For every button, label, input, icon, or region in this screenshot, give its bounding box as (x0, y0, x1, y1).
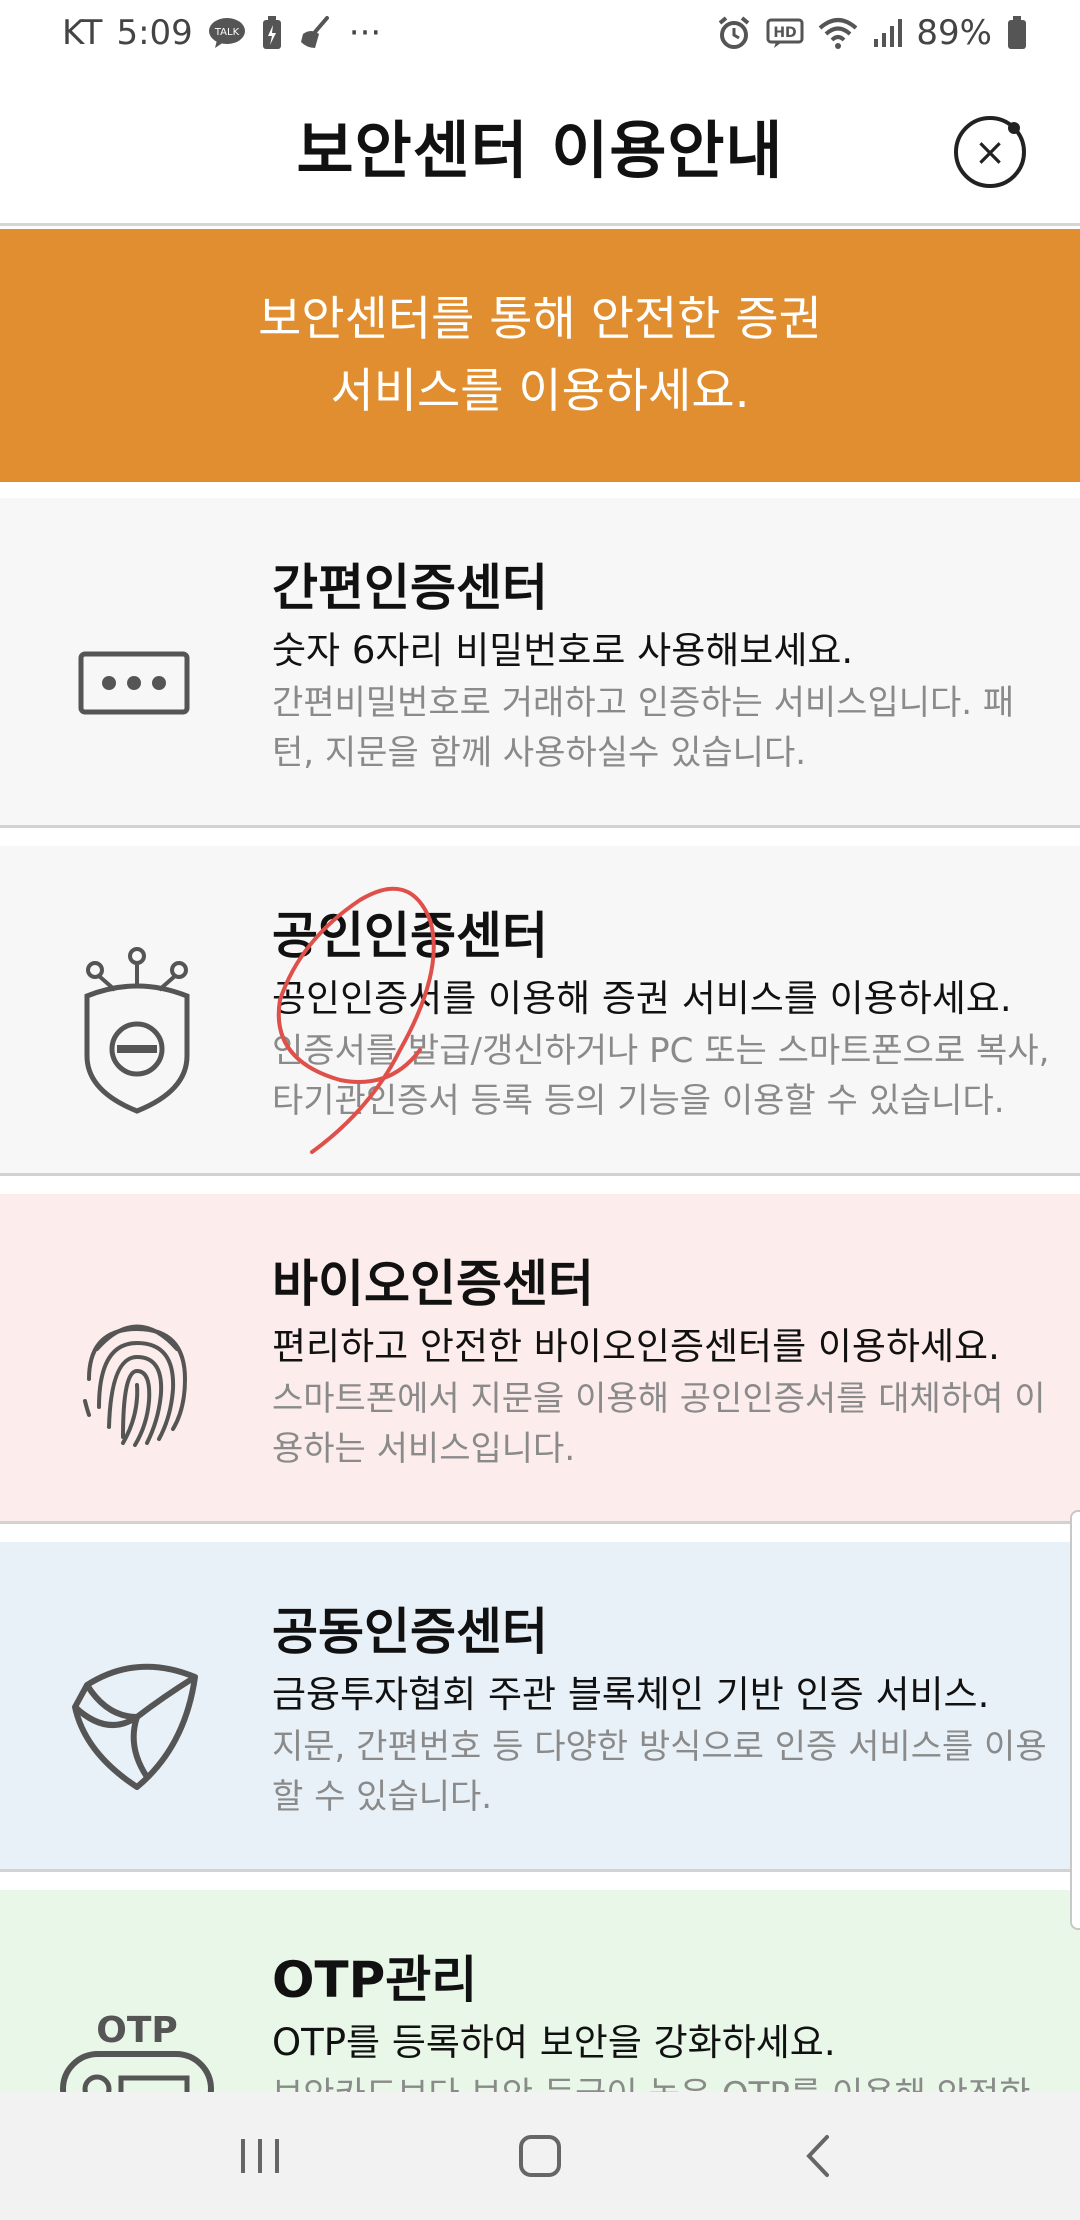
home-button[interactable] (480, 2106, 600, 2206)
back-icon (806, 2135, 829, 2177)
recent-apps-button[interactable] (200, 2106, 320, 2206)
battery-percent: 89% (916, 13, 992, 53)
battery-saver-icon (261, 15, 283, 51)
password-dots-icon (52, 598, 222, 768)
card-description: 지문, 간편번호 등 다양한 방식으로 인증 서비스를 이용할 수 있습니다. (272, 1727, 1047, 1817)
close-button[interactable]: × (954, 116, 1026, 188)
card-bio-auth-center[interactable]: 바이오인증센터 편리하고 안전한 바이오인증센터를 이용하세요. 스마트폰에서 … (0, 1194, 1080, 1524)
card-title: OTP관리 (272, 1951, 478, 2009)
talk-icon: TALK (207, 16, 247, 50)
card-description: 스마트폰에서 지문을 이용해 공인인증서를 대체하여 이용하는 서비스입니다. (272, 1379, 1046, 1469)
alarm-icon (716, 15, 752, 51)
cleaner-icon (297, 16, 335, 50)
back-button[interactable] (760, 2106, 880, 2206)
card-joint-auth-center[interactable]: 공동인증센터 금융투자협회 주관 블록체인 기반 인증 서비스. 지문, 간편번… (0, 1542, 1080, 1872)
card-simple-auth-center[interactable]: 간편인증센터 숫자 6자리 비밀번호로 사용해보세요. 간편비밀번호로 거래하고… (0, 498, 1080, 828)
card-subtitle: 편리하고 안전한 바이오인증센터를 이용하세요. (272, 1325, 1000, 1368)
card-title: 바이오인증센터 (272, 1255, 594, 1313)
status-left: KT 5:09 TALK ··· (62, 13, 381, 53)
card-description: 간편비밀번호로 거래하고 인증하는 서비스입니다. 패턴, 지문을 함께 사용하… (272, 683, 1015, 773)
banner-line-1: 보안센터를 통해 안전한 증권 (258, 291, 822, 347)
card-description: 인증서를 발급/갱신하거나 PC 또는 스마트폰으로 복사, 타기관인증서 등록… (272, 1031, 1050, 1121)
card-subtitle: 공인인증서를 이용해 증권 서비스를 이용하세요. (272, 977, 1012, 1020)
card-public-cert-center[interactable]: 공인인증센터 공인인증서를 이용해 증권 서비스를 이용하세요. 인증서를 발급… (0, 846, 1080, 1176)
scrollbar-thumb[interactable] (1070, 1510, 1080, 1930)
talk-icon-label: TALK (214, 27, 240, 38)
carrier-label: KT (62, 13, 103, 53)
home-icon (519, 2135, 561, 2177)
status-right: HD 89% (716, 13, 1028, 53)
card-subtitle: 금융투자협회 주관 블록체인 기반 인증 서비스. (272, 1673, 990, 1716)
status-bar: KT 5:09 TALK ··· HD 89% (0, 0, 1080, 66)
shield-swirl-icon (52, 1642, 222, 1812)
battery-icon (1006, 15, 1028, 51)
hd-icon: HD (766, 17, 804, 49)
banner-line-2: 서비스를 이용하세요. (330, 363, 750, 419)
hd-icon-label: HD (774, 25, 797, 41)
card-title: 공인인증센터 (272, 907, 548, 965)
card-title: 공동인증센터 (272, 1603, 548, 1661)
wifi-icon (818, 16, 858, 50)
header: 보안센터 이용안내 × (0, 66, 1080, 226)
screen: KT 5:09 TALK ··· HD 89% 보안센터 이용안내 × 보안센터… (0, 0, 1080, 2220)
more-dots-icon: ··· (348, 13, 382, 53)
system-nav-bar (0, 2092, 1080, 2220)
close-badge-dot (1008, 122, 1020, 134)
page-title: 보안센터 이용안내 (296, 113, 784, 187)
card-subtitle: 숫자 6자리 비밀번호로 사용해보세요. (272, 629, 854, 672)
close-icon: × (974, 130, 1006, 174)
otp-icon-label: OTP (96, 2010, 178, 2051)
fingerprint-icon (52, 1294, 222, 1464)
info-banner: 보안센터를 통해 안전한 증권 서비스를 이용하세요. (0, 229, 1080, 482)
card-title: 간편인증센터 (272, 559, 548, 617)
card-subtitle: OTP를 등록하여 보안을 강화하세요. (272, 2021, 836, 2064)
certificate-shield-icon (52, 946, 222, 1116)
signal-icon (872, 17, 903, 49)
clock: 5:09 (116, 13, 193, 53)
recent-apps-icon (241, 2139, 279, 2173)
